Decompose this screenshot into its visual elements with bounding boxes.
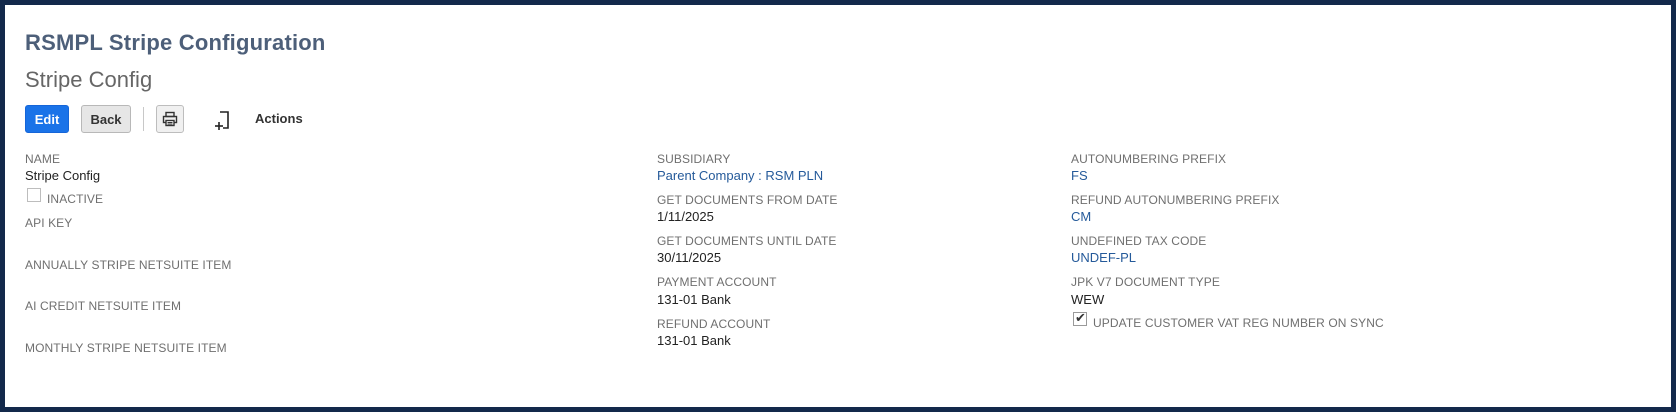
record-name: Stripe Config (25, 67, 153, 92)
toolbar-divider (143, 107, 144, 131)
autonumbering-prefix-label: AUTONUMBERING PREFIX (1071, 152, 1227, 166)
autonumbering-prefix-value[interactable]: FS (1071, 168, 1088, 183)
inactive-checkbox[interactable] (27, 188, 41, 202)
undefined-tax-code-link[interactable]: UNDEF-PL (1071, 250, 1136, 265)
name-label: NAME (25, 152, 61, 166)
jpk-document-type-label: JPK V7 DOCUMENT TYPE (1071, 275, 1220, 289)
refund-autonumbering-prefix-value[interactable]: CM (1071, 209, 1091, 224)
api-key-label: API KEY (25, 216, 73, 230)
payment-account-value: 131-01 Bank (657, 292, 731, 307)
record-type-title: RSMPL Stripe Configuration (25, 30, 326, 55)
back-button[interactable]: Back (81, 105, 131, 133)
monthly-stripe-item-label: MONTHLY STRIPE NETSUITE ITEM (25, 341, 227, 355)
subsidiary-label: SUBSIDIARY (657, 152, 731, 166)
update-vat-checkbox[interactable]: ✔ (1073, 310, 1087, 326)
annually-stripe-item-label: ANNUALLY STRIPE NETSUITE ITEM (25, 258, 232, 272)
refund-account-value: 131-01 Bank (657, 333, 731, 348)
undefined-tax-code-label: UNDEFINED TAX CODE (1071, 234, 1207, 248)
subsidiary-link[interactable]: Parent Company : RSM PLN (657, 168, 823, 183)
new-document-icon[interactable] (214, 109, 234, 131)
update-vat-label: UPDATE CUSTOMER VAT REG NUMBER ON SYNC (1093, 316, 1384, 330)
payment-account-label: PAYMENT ACCOUNT (657, 275, 777, 289)
edit-button[interactable]: Edit (25, 105, 69, 133)
name-value: Stripe Config (25, 168, 101, 183)
print-button[interactable] (156, 105, 184, 133)
get-documents-until-label: GET DOCUMENTS UNTIL DATE (657, 234, 837, 248)
refund-autonumbering-prefix-label: REFUND AUTONUMBERING PREFIX (1071, 193, 1280, 207)
get-documents-from-label: GET DOCUMENTS FROM DATE (657, 193, 838, 207)
record-view: RSMPL Stripe Configuration Stripe Config… (5, 5, 1671, 407)
get-documents-until-value: 30/11/2025 (657, 250, 722, 265)
checkmark-icon: ✔ (1075, 310, 1086, 325)
actions-menu[interactable]: Actions (255, 111, 303, 126)
jpk-document-type-value: WEW (1071, 292, 1105, 307)
ai-credit-item-label: AI CREDIT NETSUITE ITEM (25, 299, 182, 313)
printer-icon (162, 111, 178, 127)
refund-account-label: REFUND ACCOUNT (657, 317, 771, 331)
inactive-label: INACTIVE (47, 192, 104, 206)
get-documents-from-value: 1/11/2025 (657, 209, 714, 224)
